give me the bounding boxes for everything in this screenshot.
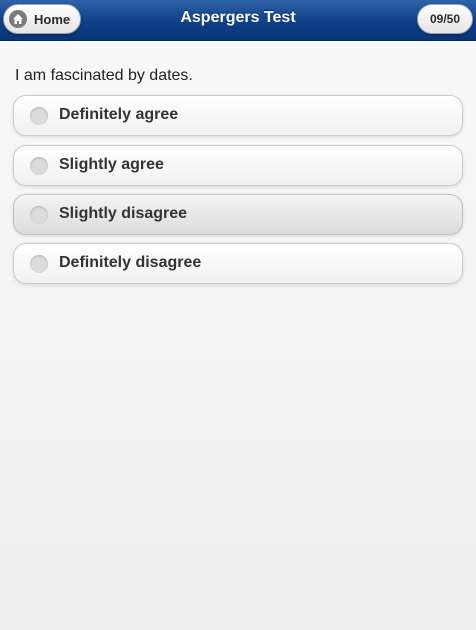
page-title: Aspergers Test <box>180 9 296 26</box>
header-bar: Home Aspergers Test 09/50 <box>0 0 476 41</box>
option-slightly-disagree[interactable]: Slightly disagree <box>13 194 463 235</box>
option-slightly-agree[interactable]: Slightly agree <box>13 145 463 186</box>
option-label: Slightly agree <box>59 156 164 173</box>
radio-icon[interactable] <box>30 157 48 175</box>
option-label: Slightly disagree <box>59 205 188 222</box>
radio-icon[interactable] <box>30 206 48 224</box>
radio-icon[interactable] <box>30 255 48 273</box>
radio-icon[interactable] <box>30 107 48 125</box>
option-definitely-agree[interactable]: Definitely agree <box>13 95 463 136</box>
option-label: Definitely agree <box>59 106 179 123</box>
question-text: I am fascinated by dates. <box>15 67 193 84</box>
question-counter: 09/50 <box>417 4 473 34</box>
option-label: Definitely disagree <box>59 254 202 271</box>
option-definitely-disagree[interactable]: Definitely disagree <box>13 243 463 284</box>
